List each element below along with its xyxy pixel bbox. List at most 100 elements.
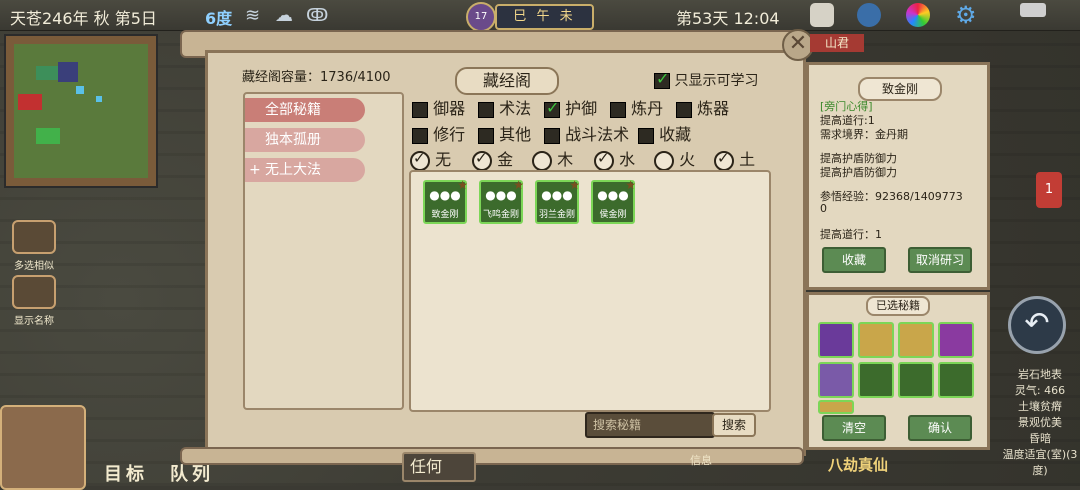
back-button[interactable]: ↶ xyxy=(1008,296,1066,354)
radio[interactable] xyxy=(654,150,674,171)
star-icon: ★ xyxy=(513,178,524,192)
checkbox[interactable] xyxy=(412,101,428,118)
selected-book[interactable] xyxy=(898,362,934,398)
radio[interactable] xyxy=(410,149,430,171)
filter-huyu[interactable]: 护御 xyxy=(544,95,597,119)
tab-unique-books[interactable]: 独本孤册 xyxy=(245,128,365,152)
selected-book[interactable] xyxy=(938,322,974,358)
filter-xiuxing[interactable]: 修行 xyxy=(412,121,465,145)
tab-label: 全部秘籍 xyxy=(265,102,321,118)
checkbox[interactable] xyxy=(412,127,428,144)
only-learnable-label: 只显示可学习 xyxy=(674,73,759,89)
element-label: 火 xyxy=(679,150,696,169)
minimap[interactable] xyxy=(4,34,158,188)
checkbox[interactable] xyxy=(544,98,560,118)
checkbox[interactable] xyxy=(638,127,654,144)
filter-label: 术法 xyxy=(499,99,532,118)
tile-info: 土壤贫瘠 xyxy=(1018,400,1062,413)
book-item[interactable]: ●●● ★ 羽兰金刚 xyxy=(535,178,580,224)
element-earth[interactable]: 土 xyxy=(714,146,755,171)
tab-supreme-arts[interactable]: + 无上大法 xyxy=(245,158,365,182)
radio[interactable] xyxy=(594,149,614,171)
ganzhi-indicator: 巳 午 未 xyxy=(495,4,594,30)
filter-battle-spell[interactable]: 战斗法术 xyxy=(544,121,629,145)
panel-title: 藏经阁 xyxy=(455,67,559,95)
search-input[interactable]: 搜索秘籍 xyxy=(585,412,715,438)
selected-book[interactable] xyxy=(818,362,854,398)
swirl-icon: ↂ xyxy=(306,5,329,26)
gourd-button[interactable] xyxy=(0,405,86,490)
filter-yuqi[interactable]: 御器 xyxy=(412,95,465,119)
search-button[interactable]: 搜索 xyxy=(712,413,756,437)
detail-line: 提高道行：1 xyxy=(820,228,882,241)
book-item[interactable]: ●●● ★ 侯金刚 xyxy=(591,178,636,224)
selected-book[interactable] xyxy=(858,322,894,358)
palette-icon[interactable] xyxy=(906,3,930,27)
element-label: 木 xyxy=(557,150,574,169)
radio[interactable] xyxy=(714,149,734,171)
checkbox[interactable] xyxy=(610,101,626,118)
book-label: 致金刚 xyxy=(431,210,459,220)
capacity-label: 藏经阁容量：1736/4100 xyxy=(242,70,391,85)
collect-button[interactable]: 收藏 xyxy=(822,247,886,273)
eye-icon xyxy=(12,275,56,309)
target-button[interactable]: 目标 xyxy=(104,460,148,486)
cancel-research-button[interactable]: 取消研习 xyxy=(908,247,972,273)
element-metal[interactable]: 金 xyxy=(472,146,513,171)
selected-book[interactable] xyxy=(898,322,934,358)
element-label: 无 xyxy=(435,150,452,169)
filter-label: 护御 xyxy=(565,99,598,118)
element-none[interactable]: 无 xyxy=(410,146,451,171)
tile-info: 温度适宜(室)(3度) xyxy=(1002,448,1078,477)
star-icon: ★ xyxy=(457,178,468,192)
checkbox[interactable] xyxy=(544,127,560,144)
game-time: 第53天 12:04 xyxy=(676,9,780,28)
selected-book[interactable] xyxy=(858,362,894,398)
date-label: 天苍246年 秋 第5日 xyxy=(10,9,157,28)
tab-list: 全部秘籍 独本孤册 + 无上大法 xyxy=(243,92,404,410)
filter-shufa[interactable]: 术法 xyxy=(478,95,531,119)
checkbox[interactable] xyxy=(478,127,494,144)
selected-book[interactable] xyxy=(938,362,974,398)
checkbox[interactable] xyxy=(676,101,692,118)
plus-icon: + xyxy=(249,162,261,178)
filter-dropdown[interactable]: 任何 xyxy=(402,452,476,482)
radio[interactable] xyxy=(532,150,552,171)
tab-all-books[interactable]: 全部秘籍 xyxy=(245,98,365,122)
book-label: 侯金刚 xyxy=(599,210,627,220)
notification-badge[interactable]: 1 xyxy=(1036,172,1062,208)
compass-icon[interactable] xyxy=(857,3,881,27)
multi-select-label: 多选相似 xyxy=(14,261,54,272)
tile-info: 岩石地表 xyxy=(1018,368,1062,381)
filter-favorite[interactable]: 收藏 xyxy=(638,121,691,145)
show-names-button[interactable]: 显示名称 xyxy=(8,275,60,327)
toggle-icon[interactable] xyxy=(1020,3,1046,17)
selected-book[interactable] xyxy=(818,400,854,414)
info-label[interactable]: 信息 xyxy=(690,452,712,468)
only-learnable-checkbox[interactable] xyxy=(654,69,670,89)
filter-liandan[interactable]: 炼丹 xyxy=(610,95,663,119)
gear-icon[interactable]: ⚙ xyxy=(955,1,977,29)
checkbox[interactable] xyxy=(478,101,494,118)
save-icon[interactable] xyxy=(810,3,834,27)
confirm-button[interactable]: 确认 xyxy=(908,415,972,441)
tile-info: 灵气: 466 xyxy=(1014,384,1066,397)
book-label: 飞鸣金刚 xyxy=(482,210,519,220)
book-item[interactable]: ●●● ★ 飞鸣金刚 xyxy=(479,178,524,224)
filter-other[interactable]: 其他 xyxy=(478,121,531,145)
element-fire[interactable]: 火 xyxy=(654,146,695,171)
selected-book[interactable] xyxy=(818,322,854,358)
element-water[interactable]: 水 xyxy=(594,146,635,171)
moon-phase-icon[interactable]: 17 xyxy=(466,2,496,32)
selected-title: 已选秘籍 xyxy=(866,296,930,316)
radio[interactable] xyxy=(472,149,492,171)
multi-select-button[interactable]: 多选相似 xyxy=(8,220,60,272)
only-learnable-toggle[interactable]: 只显示可学习 xyxy=(654,69,759,90)
book-item[interactable]: ●●● ★ 致金刚 xyxy=(423,178,468,224)
arrows-icon xyxy=(12,220,56,254)
clear-button[interactable]: 清空 xyxy=(822,415,886,441)
tile-info: 昏暗 xyxy=(1029,432,1051,445)
element-wood[interactable]: 木 xyxy=(532,146,573,171)
filter-lianqi[interactable]: 炼器 xyxy=(676,95,729,119)
filter-label: 御器 xyxy=(433,99,466,118)
